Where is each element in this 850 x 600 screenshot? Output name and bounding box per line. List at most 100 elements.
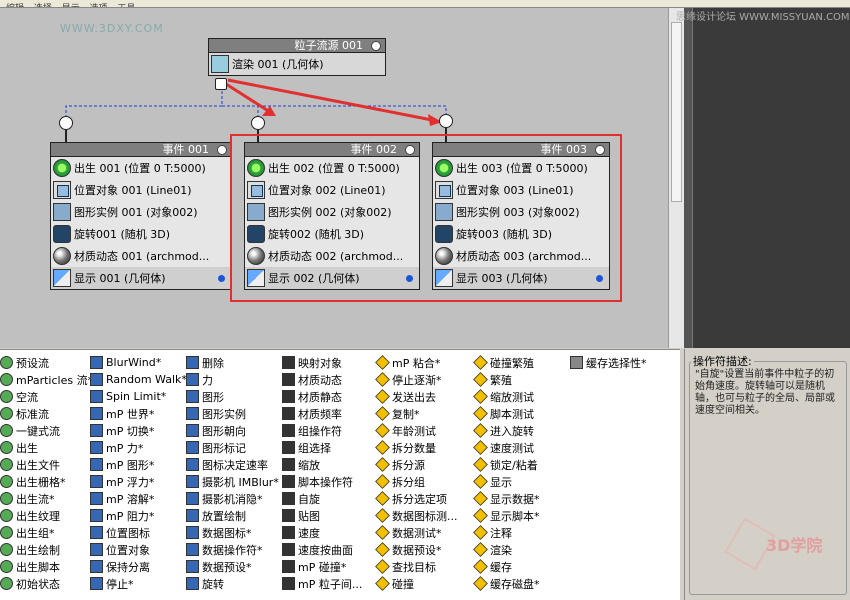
depot-item[interactable]: 速度测试 bbox=[473, 439, 540, 456]
depot-item[interactable]: Spin Limit* bbox=[90, 388, 187, 405]
depot-item[interactable]: mP 力* bbox=[90, 439, 187, 456]
depot-item[interactable]: 数据预设* bbox=[186, 558, 279, 575]
depot-item[interactable]: 拆分源 bbox=[375, 456, 458, 473]
event1-input-port[interactable] bbox=[59, 116, 73, 130]
depot-item[interactable]: 摄影机 IMBlur* bbox=[186, 473, 279, 490]
depot-item[interactable]: 速度按曲面 bbox=[282, 541, 362, 558]
depot-item[interactable]: 缩放 bbox=[282, 456, 362, 473]
op-row[interactable]: 旋转001 (随机 3D) bbox=[51, 223, 231, 245]
depot-item[interactable]: 出生栅格* bbox=[0, 473, 93, 490]
depot-item[interactable]: 出生绘制 bbox=[0, 541, 93, 558]
event3-input-port[interactable] bbox=[439, 114, 453, 128]
depot-item[interactable]: 图形标记 bbox=[186, 439, 279, 456]
depot-item[interactable]: 图形 bbox=[186, 388, 279, 405]
depot-item[interactable]: 组操作符 bbox=[282, 422, 362, 439]
op-row[interactable]: 图形实例 001 (对象002) bbox=[51, 201, 231, 223]
event2-input-port[interactable] bbox=[251, 116, 265, 130]
depot-item[interactable]: 缓存 bbox=[473, 558, 540, 575]
depot-item[interactable]: 保持分离 bbox=[90, 558, 187, 575]
depot-item[interactable]: 放置绘制 bbox=[186, 507, 279, 524]
depot-item[interactable]: 出生纹理 bbox=[0, 507, 93, 524]
depot-item[interactable]: 出生流* bbox=[0, 490, 93, 507]
depot-item[interactable]: 脚本操作符 bbox=[282, 473, 362, 490]
depot-item[interactable]: 复制* bbox=[375, 405, 458, 422]
op-row[interactable]: 出生 001 (位置 0 T:5000) bbox=[51, 157, 231, 179]
depot-item[interactable]: 删除 bbox=[186, 354, 279, 371]
depot-item[interactable]: 数据图标测... bbox=[375, 507, 458, 524]
depot-item[interactable]: 图形实例 bbox=[186, 405, 279, 422]
depot-item[interactable]: 拆分数量 bbox=[375, 439, 458, 456]
depot-item[interactable]: 年龄测试 bbox=[375, 422, 458, 439]
depot-item[interactable]: 图形朝向 bbox=[186, 422, 279, 439]
particle-source-node[interactable]: 粒子流源 001 渲染 001 (几何体) bbox=[208, 38, 386, 76]
depot-item[interactable]: 发送出去 bbox=[375, 388, 458, 405]
depot-item[interactable]: 脚本测试 bbox=[473, 405, 540, 422]
depot-item[interactable]: 数据操作符* bbox=[186, 541, 279, 558]
depot-item[interactable]: 速度 bbox=[282, 524, 362, 541]
canvas-scrollbar[interactable] bbox=[668, 8, 684, 348]
depot-item[interactable]: 碰撞 bbox=[375, 575, 458, 592]
depot-item[interactable]: 位置对象 bbox=[90, 541, 187, 558]
depot-item[interactable]: 材质静态 bbox=[282, 388, 362, 405]
depot-item[interactable]: mP 粘合* bbox=[375, 354, 458, 371]
depot-item[interactable]: 旋转 bbox=[186, 575, 279, 592]
source-render-op[interactable]: 渲染 001 (几何体) bbox=[209, 53, 385, 75]
scrollbar-thumb[interactable] bbox=[671, 22, 682, 202]
op-row[interactable]: 位置对象 001 (Line01) bbox=[51, 179, 231, 201]
source-output-port[interactable] bbox=[215, 78, 227, 90]
depot-item[interactable]: mP 碰撞* bbox=[282, 558, 362, 575]
depot-item[interactable]: 数据图标* bbox=[186, 524, 279, 541]
depot-item[interactable]: 出生脚本 bbox=[0, 558, 93, 575]
depot-item[interactable]: mP 粒子间... bbox=[282, 575, 362, 592]
depot-item[interactable]: 拆分选定项 bbox=[375, 490, 458, 507]
source-lamp-icon[interactable] bbox=[371, 41, 381, 51]
event-node-1[interactable]: 事件 001 出生 001 (位置 0 T:5000) 位置对象 001 (Li… bbox=[50, 142, 232, 290]
depot-item[interactable]: mParticles 流* bbox=[0, 371, 93, 388]
depot-item[interactable]: 进入旋转 bbox=[473, 422, 540, 439]
depot-item[interactable]: 出生 bbox=[0, 439, 93, 456]
depot-item[interactable]: 拆分组 bbox=[375, 473, 458, 490]
depot-item[interactable]: 一键式流 bbox=[0, 422, 93, 439]
depot-item[interactable]: 位置图标 bbox=[90, 524, 187, 541]
depot-item[interactable]: 缩放测试 bbox=[473, 388, 540, 405]
depot-item[interactable]: 显示脚本* bbox=[473, 507, 540, 524]
particle-view-canvas[interactable]: WWW.3DXY.COM 粒子流源 001 渲染 001 (几何体) 事件 00… bbox=[0, 8, 670, 348]
depot-item[interactable]: mP 切换* bbox=[90, 422, 187, 439]
depot-item[interactable]: mP 阻力* bbox=[90, 507, 187, 524]
depot-item[interactable]: 碰撞繁殖 bbox=[473, 354, 540, 371]
depot-item[interactable]: 自旋 bbox=[282, 490, 362, 507]
op-row[interactable]: 材质动态 001 (archmod... bbox=[51, 245, 231, 267]
depot-item[interactable]: 材质动态 bbox=[282, 371, 362, 388]
event-lamp-icon[interactable] bbox=[217, 145, 227, 155]
depot-item[interactable]: mP 浮力* bbox=[90, 473, 187, 490]
depot-item[interactable]: 繁殖 bbox=[473, 371, 540, 388]
depot-item[interactable]: 缓存磁盘* bbox=[473, 575, 540, 592]
depot-item[interactable]: 标准流 bbox=[0, 405, 93, 422]
depot-item[interactable]: BlurWind* bbox=[90, 354, 187, 371]
depot-item[interactable]: 出生文件 bbox=[0, 456, 93, 473]
depot-item[interactable]: 停止逐渐* bbox=[375, 371, 458, 388]
depot-item[interactable]: 显示 bbox=[473, 473, 540, 490]
depot-item[interactable]: 显示数据* bbox=[473, 490, 540, 507]
depot-item[interactable]: 缓存选择性* bbox=[570, 354, 647, 371]
depot-item[interactable]: 查找目标 bbox=[375, 558, 458, 575]
depot-item[interactable]: 注释 bbox=[473, 524, 540, 541]
depot-item[interactable]: mP 溶解* bbox=[90, 490, 187, 507]
depot-item[interactable]: 停止* bbox=[90, 575, 187, 592]
depot-item[interactable]: Random Walk* bbox=[90, 371, 187, 388]
depot-item[interactable]: 出生组* bbox=[0, 524, 93, 541]
depot-item[interactable]: 锁定/粘着 bbox=[473, 456, 540, 473]
depot-item[interactable]: 贴图 bbox=[282, 507, 362, 524]
depot-item[interactable]: 空流 bbox=[0, 388, 93, 405]
depot-item[interactable]: 初始状态 bbox=[0, 575, 93, 592]
depot-item[interactable]: 渲染 bbox=[473, 541, 540, 558]
depot-item[interactable]: mP 世界* bbox=[90, 405, 187, 422]
depot-item[interactable]: 预设流 bbox=[0, 354, 93, 371]
depot-item[interactable]: 力 bbox=[186, 371, 279, 388]
op-row[interactable]: 显示 001 (几何体) bbox=[51, 267, 231, 289]
depot-item[interactable]: mP 图形* bbox=[90, 456, 187, 473]
depot-item[interactable]: 组选择 bbox=[282, 439, 362, 456]
depot-item[interactable]: 映射对象 bbox=[282, 354, 362, 371]
depot-item[interactable]: 数据预设* bbox=[375, 541, 458, 558]
depot-item[interactable]: 数据测试* bbox=[375, 524, 458, 541]
